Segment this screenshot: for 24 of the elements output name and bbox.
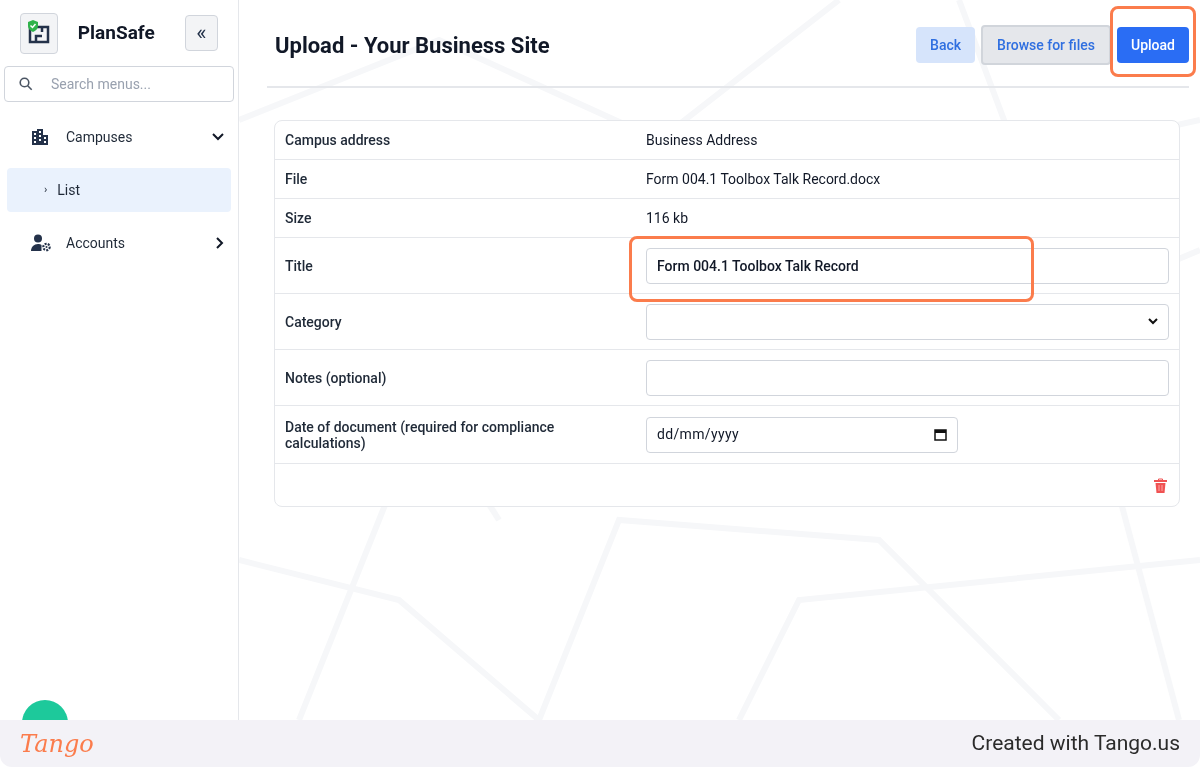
field-label: File (284, 171, 309, 187)
field-label: Campus address (284, 132, 392, 148)
upload-button[interactable]: Upload (1117, 27, 1189, 63)
back-button[interactable]: Back (916, 27, 976, 63)
page-title: Upload - Your Business Site (274, 31, 551, 60)
field-value: Form 004.1 Toolbox Talk Record.docx (646, 171, 881, 187)
browse-button[interactable]: Browse for files (981, 25, 1111, 65)
nav-item[interactable]: Accounts (0, 222, 238, 264)
field-label: Size (284, 210, 313, 226)
footer-credit: Created with Tango.us (971, 729, 1180, 757)
nav-subitem[interactable]: › List (7, 168, 231, 212)
field-label: Notes (optional) (284, 369, 388, 386)
text-field[interactable]: Form 004.1 Toolbox Talk Record (646, 247, 1169, 284)
collapse-button[interactable]: « (184, 15, 218, 51)
field-label: Title (284, 257, 314, 274)
field-value: 116 kb (646, 210, 689, 226)
brand-name: PlanSafe (77, 19, 156, 46)
field-value: Business Address (646, 132, 758, 148)
search-field[interactable]: Search menus... (4, 66, 234, 102)
date-field[interactable]: dd/mm/yyyy (646, 416, 958, 453)
field-label: Category (284, 313, 343, 330)
tango-logo: Tango (20, 728, 94, 760)
nav-item[interactable]: Campuses (0, 116, 238, 158)
field-label: Date of document (required for compliance calculations) (284, 418, 556, 451)
